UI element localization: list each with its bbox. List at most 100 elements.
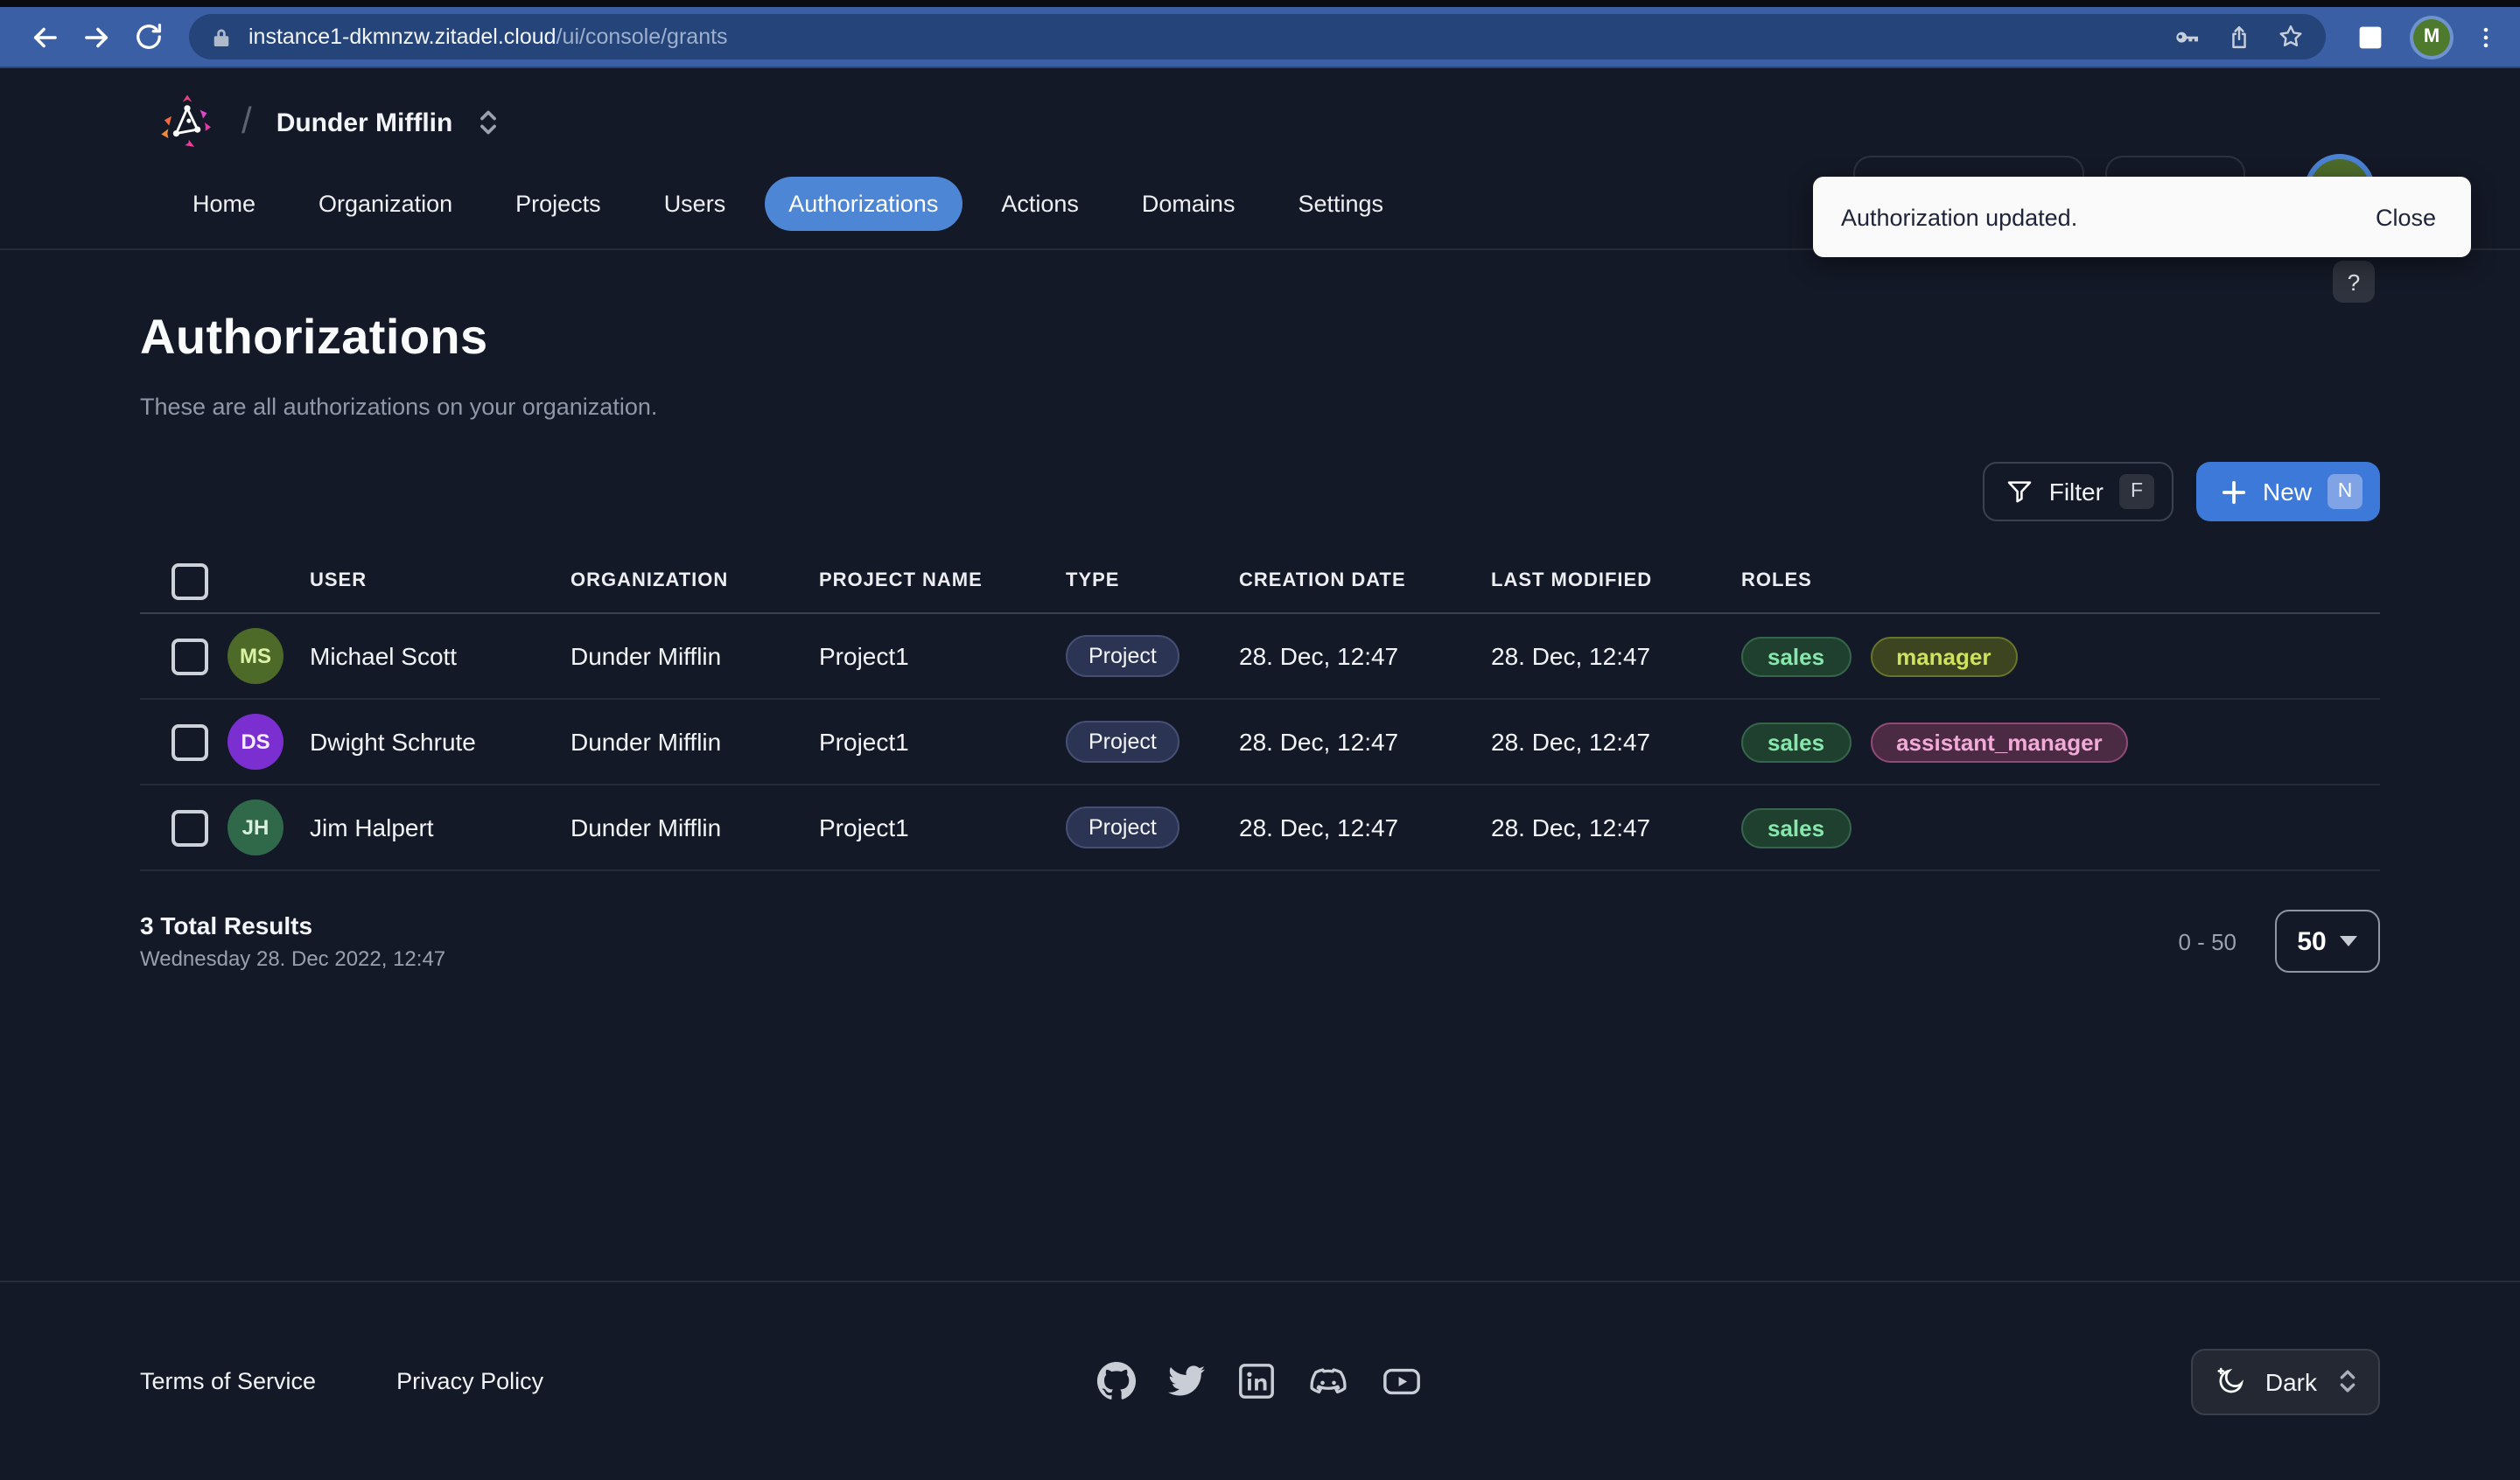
github-icon[interactable] [1096,1361,1137,1401]
avatar: MS [228,628,284,684]
address-bar[interactable]: instance1-dkmnzw.zitadel.cloud/ui/consol… [189,14,2326,59]
back-icon[interactable] [18,20,70,53]
row-checkbox[interactable] [172,638,208,674]
total-results: 3 Total Results [140,911,313,939]
tab-settings[interactable]: Settings [1273,177,1408,231]
type-badge: Project [1066,721,1180,763]
zitadel-logo[interactable] [154,91,220,154]
cell-created: 28. Dec, 12:47 [1239,813,1399,841]
col-user: USER [310,570,368,591]
select-all-checkbox[interactable] [172,562,208,599]
cell-project: Project1 [819,813,909,841]
theme-selector[interactable]: Dark [2191,1348,2380,1414]
tab-home[interactable]: Home [168,177,280,231]
row-checkbox[interactable] [172,723,208,760]
linkedin-icon[interactable] [1236,1361,1277,1401]
help-button[interactable]: ? [2333,261,2375,303]
row-checkbox[interactable] [172,809,208,846]
browser-profile-avatar[interactable]: M [2413,18,2450,55]
col-type: TYPE [1066,570,1120,591]
cell-project: Project1 [819,642,909,670]
tab-actions[interactable]: Actions [976,177,1103,231]
filter-button[interactable]: Filter F [1982,462,2174,521]
table-header: USER ORGANIZATION PROJECT NAME TYPE CREA… [140,549,2380,614]
updown-chevron-icon [477,108,498,136]
cell-organization: Dunder Mifflin [570,728,722,756]
terms-of-service-link[interactable]: Terms of Service [140,1368,316,1394]
toast-message: Authorization updated. [1841,204,2078,230]
cell-organization: Dunder Mifflin [570,642,722,670]
avatar: JH [228,799,284,855]
bookmark-star-icon[interactable] [2277,23,2305,51]
url-host: instance1-dkmnzw.zitadel.cloud [248,24,556,49]
table-row[interactable]: MS Michael Scott Dunder Mifflin Project1… [140,614,2380,700]
table-row[interactable]: JH Jim Halpert Dunder Mifflin Project1 P… [140,785,2380,871]
type-badge: Project [1066,635,1180,677]
cell-created: 28. Dec, 12:47 [1239,642,1399,670]
new-shortcut-badge: N [2328,474,2362,509]
page-size-value: 50 [2297,926,2327,956]
filter-label: Filter [2048,478,2104,506]
twitter-icon[interactable] [1166,1361,1207,1401]
page-title: Authorizations [140,310,488,364]
app-window: instance1-dkmnzw.zitadel.cloud/ui/consol… [0,0,2520,1480]
tab-authorizations[interactable]: Authorizations [764,177,963,231]
org-switcher[interactable]: Dunder Mifflin [276,108,499,137]
console-header: / Dunder Mifflin Home Organization Proje… [0,68,2520,303]
cell-modified: 28. Dec, 12:47 [1491,813,1651,841]
cell-modified: 28. Dec, 12:47 [1491,642,1651,670]
browser-tabstrip [0,0,2520,7]
filter-icon [2006,478,2034,506]
role-badge: sales [1741,722,1852,762]
cell-organization: Dunder Mifflin [570,813,722,841]
role-badge: manager [1870,636,2018,676]
cell-created: 28. Dec, 12:47 [1239,728,1399,756]
page-footer: Terms of Service Privacy Policy Dark [0,1282,2520,1480]
youtube-icon[interactable] [1380,1361,1424,1401]
page-subtitle: These are all authorizations on your org… [140,394,658,420]
role-badge: sales [1741,636,1852,676]
cell-user: Jim Halpert [310,813,434,841]
table-row[interactable]: DS Dwight Schrute Dunder Mifflin Project… [140,700,2380,785]
toast-notification: Authorization updated. Close [1813,177,2471,257]
discord-icon[interactable] [1306,1361,1350,1401]
new-label: New [2262,478,2312,506]
type-badge: Project [1066,806,1180,848]
new-button[interactable]: New N [2195,462,2380,521]
theme-label: Dark [2264,1367,2317,1395]
breadcrumb-separator: / [242,101,252,142]
col-organization: ORGANIZATION [570,570,729,591]
page-range: 0 - 50 [2178,928,2237,954]
forward-icon[interactable] [70,20,122,53]
browser-toolbar: instance1-dkmnzw.zitadel.cloud/ui/consol… [0,7,2520,68]
cell-modified: 28. Dec, 12:47 [1491,728,1651,756]
main-content: Authorizations These are all authorizati… [0,250,2520,973]
toast-close-button[interactable]: Close [2376,204,2436,230]
tab-organization[interactable]: Organization [294,177,477,231]
tab-users[interactable]: Users [640,177,751,231]
filter-shortcut-badge: F [2118,474,2154,509]
org-name: Dunder Mifflin [276,108,453,137]
lock-icon [210,25,233,48]
browser-menu-icon[interactable] [2468,24,2502,50]
privacy-policy-link[interactable]: Privacy Policy [396,1368,543,1394]
col-project-name: PROJECT NAME [819,570,983,591]
sidepanel-icon[interactable] [2343,22,2396,52]
moon-icon [2215,1365,2248,1398]
role-badge: sales [1741,807,1852,848]
role-badge: assistant_manager [1870,722,2129,762]
share-icon[interactable] [2226,24,2252,50]
plus-icon [2221,478,2247,505]
tab-projects[interactable]: Projects [491,177,626,231]
cell-project: Project1 [819,728,909,756]
col-roles: ROLES [1741,570,1812,591]
updown-chevron-icon [2338,1368,2357,1394]
url-path: /ui/console/grants [556,24,728,49]
password-key-icon[interactable] [2174,23,2202,51]
tab-domains[interactable]: Domains [1117,177,1260,231]
reload-icon[interactable] [122,21,175,52]
col-creation-date: CREATION DATE [1239,570,1406,591]
page-size-select[interactable]: 50 [2275,910,2380,973]
avatar: DS [228,714,284,770]
cell-user: Dwight Schrute [310,728,476,756]
